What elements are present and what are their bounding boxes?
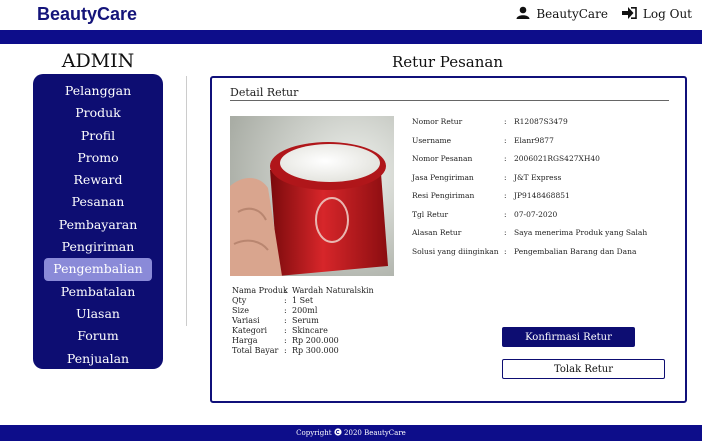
product-row: Qty:1 Set [232,296,314,305]
sidebar-item-pengiriman[interactable]: Pengiriman [33,236,163,258]
sidebar-item-reward[interactable]: Reward [33,169,163,191]
sidebar-item-promo[interactable]: Promo [33,147,163,169]
sidebar-item-pengembalian[interactable]: Pengembalian [44,258,152,281]
product-row: Harga: Rp 200.000 [232,336,339,345]
page-title: Retur Pesanan [392,53,503,71]
info-row: Resi Pengiriman: JP9148468851 [412,191,570,200]
sidebar: Pelanggan Produk Profil Promo Reward Pes… [33,74,163,369]
sidebar-item-forum[interactable]: Forum [33,325,163,347]
return-detail-panel: Detail Retur Nama Produk: Wardah Naturals… [210,76,687,403]
sidebar-item-pelanggan[interactable]: Pelanggan [33,80,163,102]
product-details: Nama Produk: Wardah Naturalskin Qty:1 Set… [232,286,374,356]
logout-icon [621,6,637,22]
brand-logo[interactable]: BeautyCare [37,4,137,25]
info-row: Nomor Retur: R12087S3479 [412,117,568,126]
product-row: Size:200ml [232,306,318,315]
header-stripe [0,30,702,44]
sidebar-item-penjualan[interactable]: Penjualan [33,348,163,370]
user-icon [516,6,530,22]
top-nav: BeautyCare Log Out [516,6,692,22]
sidebar-item-pembatalan[interactable]: Pembatalan [33,281,163,303]
divider [186,76,187,326]
user-menu[interactable]: BeautyCare [516,6,608,22]
sidebar-item-profil[interactable]: Profil [33,125,163,147]
info-row: Nomor Pesanan:2006021RGS427XH40 [412,154,600,163]
user-label: BeautyCare [536,7,608,21]
footer: Copyright 2020 BeautyCare [0,425,702,441]
sidebar-item-produk[interactable]: Produk [33,102,163,124]
sidebar-item-pembayaran[interactable]: Pembayaran [33,214,163,236]
product-image [230,116,394,276]
sidebar-title: ADMIN [61,50,135,72]
sidebar-item-ulasan[interactable]: Ulasan [33,303,163,325]
info-row: Alasan Retur: Saya menerima Produk yang S… [412,228,648,237]
info-row: Solusi yang diinginkan: Pengembalian Bara… [412,246,637,256]
return-info: Nomor Retur: R12087S3479 Username: Elanr98… [412,117,647,265]
product-row: Nama Produk: Wardah Naturalskin [232,286,374,295]
info-row: Username: Elanr9877 [412,135,554,145]
footer-text: 2020 BeautyCare [344,429,406,437]
top-bar: BeautyCare BeautyCare Log Out [0,0,702,30]
section-divider [230,100,669,101]
product-row: Variasi: Serum [232,316,319,325]
footer-prefix: Copyright [296,429,332,437]
logout-label: Log Out [642,7,692,21]
section-title: Detail Retur [230,86,299,99]
product-row: Kategori: Skincare [232,326,328,335]
confirm-return-button[interactable]: Konfirmasi Retur [502,327,635,347]
reject-return-button[interactable]: Tolak Retur [502,359,665,379]
product-row: Total Bayar: Rp 300.000 [232,346,339,355]
sidebar-item-pesanan[interactable]: Pesanan [33,191,163,213]
logout-button[interactable]: Log Out [621,6,692,22]
copyright-icon [334,428,344,437]
info-row: Tgl Retur:07-07-2020 [412,209,558,219]
info-row: Jasa Pengiriman: J&T Express [412,172,562,182]
